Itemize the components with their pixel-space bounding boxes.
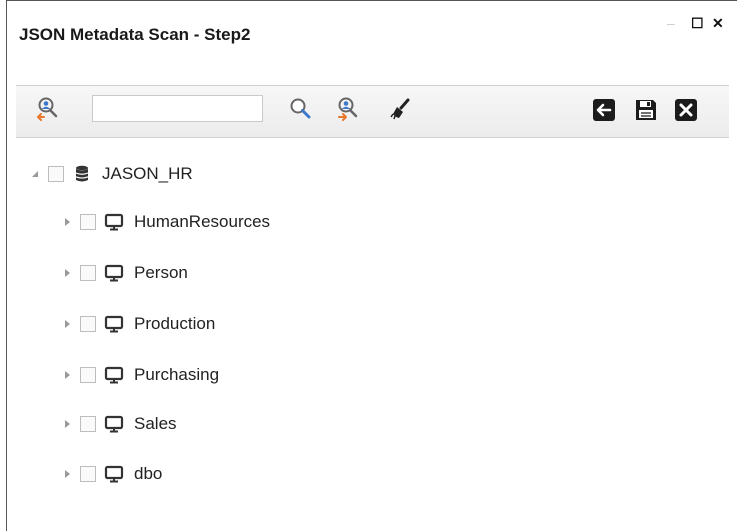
title-bar: JSON Metadata Scan - Step2 – ☐ ✕ [7, 1, 737, 63]
tree-checkbox[interactable] [80, 316, 96, 332]
monitor-icon [104, 314, 124, 334]
tree-checkbox[interactable] [48, 166, 64, 182]
tree-node-label: JASON_HR [102, 164, 193, 183]
monitor-icon [104, 464, 124, 484]
tree-checkbox[interactable] [80, 466, 96, 482]
tree-node-label: HumanResources [134, 212, 271, 231]
user-search-right-icon[interactable] [336, 96, 362, 122]
tree-node-child[interactable]: Sales [60, 409, 177, 439]
tree-node-root[interactable]: JASON_HR [28, 159, 193, 189]
monitor-icon [104, 263, 124, 283]
monitor-icon [104, 365, 124, 385]
tree-node-child[interactable]: Person [60, 258, 188, 288]
minimize-button[interactable]: – [667, 15, 675, 31]
tree-node-label: Person [134, 263, 188, 282]
expand-arrow-icon[interactable] [60, 317, 74, 331]
close-window-button[interactable]: ✕ [712, 15, 724, 32]
back-arrow-icon[interactable] [592, 98, 616, 122]
expand-arrow-icon[interactable] [60, 368, 74, 382]
save-icon[interactable] [634, 98, 658, 122]
monitor-icon [104, 212, 124, 232]
toolbar [16, 85, 729, 138]
maximize-button[interactable]: ☐ [691, 15, 704, 32]
user-search-left-icon[interactable] [36, 96, 62, 122]
tree-node-label: Purchasing [134, 365, 220, 384]
monitor-icon [104, 414, 124, 434]
expand-arrow-icon[interactable] [60, 215, 74, 229]
search-icon[interactable] [288, 96, 314, 122]
expand-arrow-icon[interactable] [60, 266, 74, 280]
search-input[interactable] [92, 95, 263, 122]
tree-node-label: Sales [134, 414, 177, 433]
expand-arrow-icon[interactable] [60, 417, 74, 431]
tree-node-child[interactable]: dbo [60, 459, 162, 489]
expand-arrow-icon[interactable] [60, 467, 74, 481]
tree-checkbox[interactable] [80, 265, 96, 281]
tree-checkbox[interactable] [80, 214, 96, 230]
database-icon [72, 164, 92, 184]
tree-node-child[interactable]: Purchasing [60, 360, 219, 390]
window-title: JSON Metadata Scan - Step2 [19, 25, 251, 44]
tree-node-label: dbo [134, 464, 163, 483]
collapse-arrow-icon[interactable] [28, 167, 42, 181]
close-box-icon[interactable] [674, 98, 698, 122]
clear-brush-icon[interactable] [388, 96, 414, 122]
metadata-scan-window: JSON Metadata Scan - Step2 – ☐ ✕ JASON_H… [6, 0, 737, 531]
tree-node-label: Production [134, 314, 216, 333]
tree-checkbox[interactable] [80, 416, 96, 432]
tree-checkbox[interactable] [80, 367, 96, 383]
tree-node-child[interactable]: Production [60, 309, 215, 339]
tree-node-child[interactable]: HumanResources [60, 207, 270, 237]
